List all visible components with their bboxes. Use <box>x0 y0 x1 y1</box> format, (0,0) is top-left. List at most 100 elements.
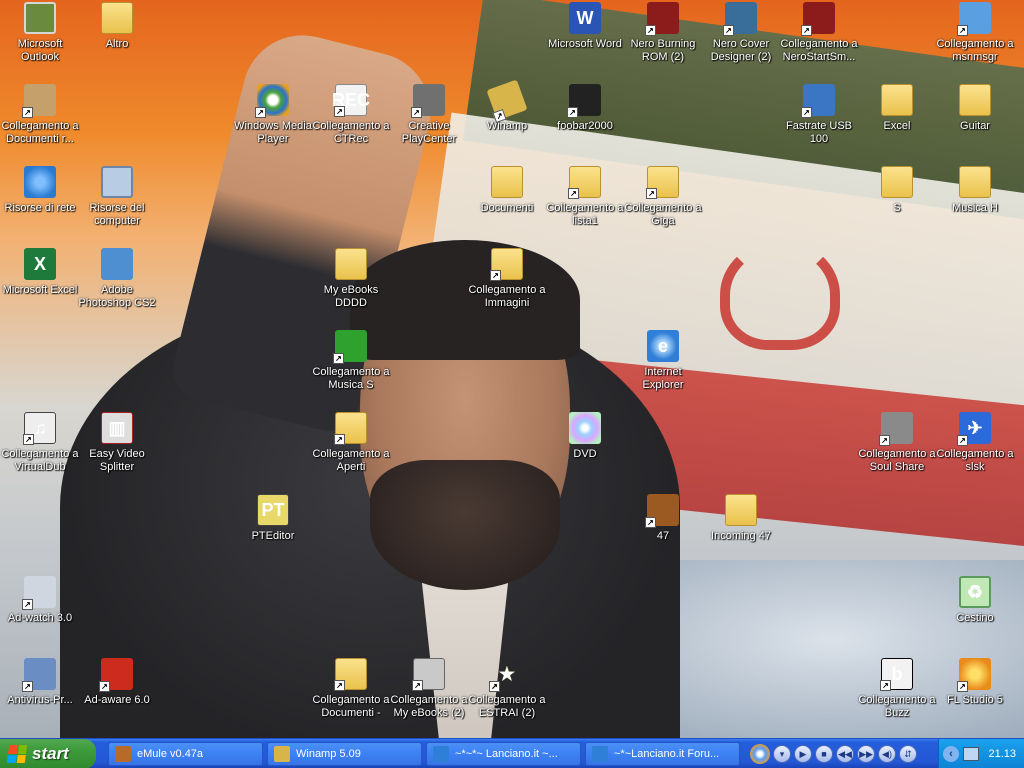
desktop-icon-wmp[interactable]: ↗ Windows Media Player <box>233 82 313 156</box>
documenti-dash-icon: ↗ <box>334 658 367 691</box>
altro-icon <box>101 2 133 34</box>
desktop-icon-flstudio[interactable]: ↗ FL Studio 5 <box>935 656 1015 730</box>
desktop-icon-label: Antivirus-Pr... <box>7 694 73 706</box>
desktop-icon-label: Fastrate USB 100 <box>785 120 853 145</box>
desktop-icon-label: Incoming 47 <box>711 530 771 542</box>
desktop-icon-creative[interactable]: ↗ Creative PlayCenter <box>389 82 469 156</box>
shortcut-arrow-icon: ↗ <box>22 107 33 118</box>
desktop-icon-documenti[interactable]: Documenti <box>467 164 547 238</box>
desktop-icon-altro[interactable]: Altro <box>77 0 157 74</box>
taskbar: start eMule v0.47a Winamp 5.09 ~*~*~ Lan… <box>0 738 1024 768</box>
outlook-icon <box>24 2 56 34</box>
lista1-icon: ↗ <box>568 166 601 199</box>
creative-icon: ↗ <box>411 84 445 118</box>
incoming47-icon <box>725 494 757 526</box>
wmp-logo-icon[interactable] <box>750 744 770 764</box>
icon-glyph: ♫ <box>33 417 47 438</box>
desktop-icon-outlook[interactable]: Microsoft Outlook <box>0 0 80 74</box>
desktop-icon-adwatch[interactable]: ↗ Ad-watch 3.0 <box>0 574 80 648</box>
desktop-icon-antivirus[interactable]: ↗ Antivirus-Pr... <box>0 656 80 730</box>
wmp-menu-icon[interactable]: ▾ <box>773 745 791 763</box>
desktop-icon-excel[interactable]: X Microsoft Excel <box>0 246 80 320</box>
desktop-icon-label: 47 <box>656 530 670 542</box>
clock[interactable]: 21.13 <box>988 748 1016 760</box>
network-icon[interactable] <box>963 747 979 761</box>
volume-icon[interactable]: ◀) <box>878 745 896 763</box>
shortcut-arrow-icon: ↗ <box>412 680 423 691</box>
desktop-icon-label: Ad-watch 3.0 <box>7 612 73 624</box>
next-icon[interactable]: ▶▶ <box>857 745 875 763</box>
taskbar-item-winamp[interactable]: Winamp 5.09 <box>267 742 422 766</box>
desktop-icon-winamp[interactable]: ↗ Winamp <box>467 79 547 156</box>
desktop-icon-s-folder[interactable]: S <box>857 164 937 238</box>
desktop-icon-fastrate[interactable]: ↗ Fastrate USB 100 <box>779 82 859 156</box>
shortcut-arrow-icon: ↗ <box>723 25 734 36</box>
shortcut-arrow-icon: ↗ <box>957 435 968 446</box>
shortcut-arrow-icon: ↗ <box>568 188 579 199</box>
desktop-icon-adaware[interactable]: ↗ Ad-aware 6.0 <box>77 656 157 730</box>
desktop-icon-risorse-rete[interactable]: Risorse di rete <box>0 164 80 238</box>
desktop-icon-label: Winamp <box>486 120 528 132</box>
desktop-icon-virtualdub[interactable]: ♫ ↗ Collegamento a VirtualDub <box>0 410 80 484</box>
shortcut-arrow-icon: ↗ <box>957 25 968 36</box>
desktop-icon-label: Risorse del computer <box>89 202 145 227</box>
ie-icon: e <box>647 330 679 362</box>
desktop-icon-foobar[interactable]: ↗ foobar2000 <box>545 82 625 156</box>
wallpaper-person-beard <box>370 460 560 590</box>
desktop-icon-ebooks2[interactable]: ↗ Collegamento a My eBooks (2) <box>389 656 469 730</box>
taskbar-item-emule[interactable]: eMule v0.47a <box>108 742 263 766</box>
desktop-icon-musica-h[interactable]: Musica H <box>935 164 1015 238</box>
desktop-icon-ctrec[interactable]: REC ↗ Collegamento a CTRec <box>311 82 391 156</box>
desktop-icon-photoshop[interactable]: Adobe Photoshop CS2 <box>77 246 157 320</box>
word-icon: W <box>569 2 601 34</box>
desktop-icon-musica-s[interactable]: ↗ Collegamento a Musica S <box>311 328 391 402</box>
desktop-icon-risorse-computer[interactable]: Risorse del computer <box>77 164 157 238</box>
taskbar-item-lanciano-2[interactable]: ~*~Lanciano.it Foru... <box>585 742 740 766</box>
desktop-icon-estrai2[interactable]: ★ ↗ Collegamento a ESTRAI (2) <box>467 656 547 730</box>
chevron-left-icon[interactable]: ‹ <box>943 746 959 762</box>
desktop-icon-soulshare[interactable]: ↗ Collegamento a Soul Share <box>857 410 937 484</box>
shortcut-arrow-icon: ↗ <box>645 517 656 528</box>
desktop-icon-nero-cover[interactable]: ↗ Nero Cover Designer (2) <box>701 0 781 74</box>
desktop-icon-cestino[interactable]: ♻ Cestino <box>935 574 1015 648</box>
restore-icon[interactable]: ⇵ <box>899 745 917 763</box>
icon-glyph: ✈ <box>967 417 983 438</box>
desktop-icon-nerostart[interactable]: ↗ Collegamento a NeroStartSm... <box>779 0 859 74</box>
desktop-icon-label: Collegamento a slsk <box>936 448 1014 473</box>
play-icon[interactable]: ▶ <box>794 745 812 763</box>
desktop-icon-aperti[interactable]: ↗ Collegamento a Aperti <box>311 410 391 484</box>
desktop-icon-excel-folder[interactable]: Excel <box>857 82 937 156</box>
desktop-icon-label: Collegamento a Immagini <box>468 284 546 309</box>
start-button[interactable]: start <box>0 739 96 768</box>
desktop-icon-splitter[interactable]: ▥ Easy Video Splitter <box>77 410 157 484</box>
desktop-icon-pteditor[interactable]: PT PTEditor <box>233 492 313 566</box>
desktop-icon-label: Microsoft Outlook <box>17 38 63 63</box>
desktop-icon-label: S <box>893 202 901 214</box>
desktop-icon-buzz[interactable]: b ↗ Collegamento a Buzz <box>857 656 937 730</box>
desktop-icon-label: Easy Video Splitter <box>89 448 145 473</box>
desktop-icon-ie[interactable]: e Internet Explorer <box>623 328 703 402</box>
desktop-icon-documenti-dash[interactable]: ↗ Collegamento a Documenti - <box>311 656 391 730</box>
desktop-icon-ebooks-dddd[interactable]: My eBooks DDDD <box>311 246 391 320</box>
desktop-icon-lista1[interactable]: ↗ Collegamento a lista1 <box>545 164 625 238</box>
desktop-icon-nero[interactable]: ↗ Nero Burning ROM (2) <box>623 0 703 74</box>
desktop-icon-documenti-r[interactable]: ↗ Collegamento a Documenti r... <box>0 82 80 156</box>
desktop-icon-immagini[interactable]: ↗ Collegamento a Immagini <box>467 246 547 320</box>
previous-icon[interactable]: ◀◀ <box>836 745 854 763</box>
fastrate-icon: ↗ <box>801 84 835 118</box>
desktop-icon-emule47[interactable]: ↗ 47 <box>623 492 703 566</box>
desktop-icon-label: Collegamento a Giga <box>624 202 702 227</box>
desktop-icon-word[interactable]: W Microsoft Word <box>545 0 625 74</box>
desktop-icon-label: Microsoft Excel <box>2 284 78 296</box>
desktop-icon-incoming47[interactable]: Incoming 47 <box>701 492 781 566</box>
musica-h-icon <box>959 166 991 198</box>
desktop-icon-dvd[interactable]: DVD <box>545 410 625 484</box>
desktop-icon-guitar[interactable]: Guitar <box>935 82 1015 156</box>
stop-icon[interactable]: ■ <box>815 745 833 763</box>
taskbar-item-lanciano-1[interactable]: ~*~*~ Lanciano.it ~... <box>426 742 581 766</box>
desktop-icon-label: Risorse di rete <box>4 202 76 214</box>
desktop-icon-giga[interactable]: ↗ Collegamento a Giga <box>623 164 703 238</box>
desktop-icon-msnmsgr[interactable]: ↗ Collegamento a msnmsgr <box>935 0 1015 74</box>
desktop-icon-label: Documenti <box>480 202 534 214</box>
desktop-icon-slsk[interactable]: ✈ ↗ Collegamento a slsk <box>935 410 1015 484</box>
